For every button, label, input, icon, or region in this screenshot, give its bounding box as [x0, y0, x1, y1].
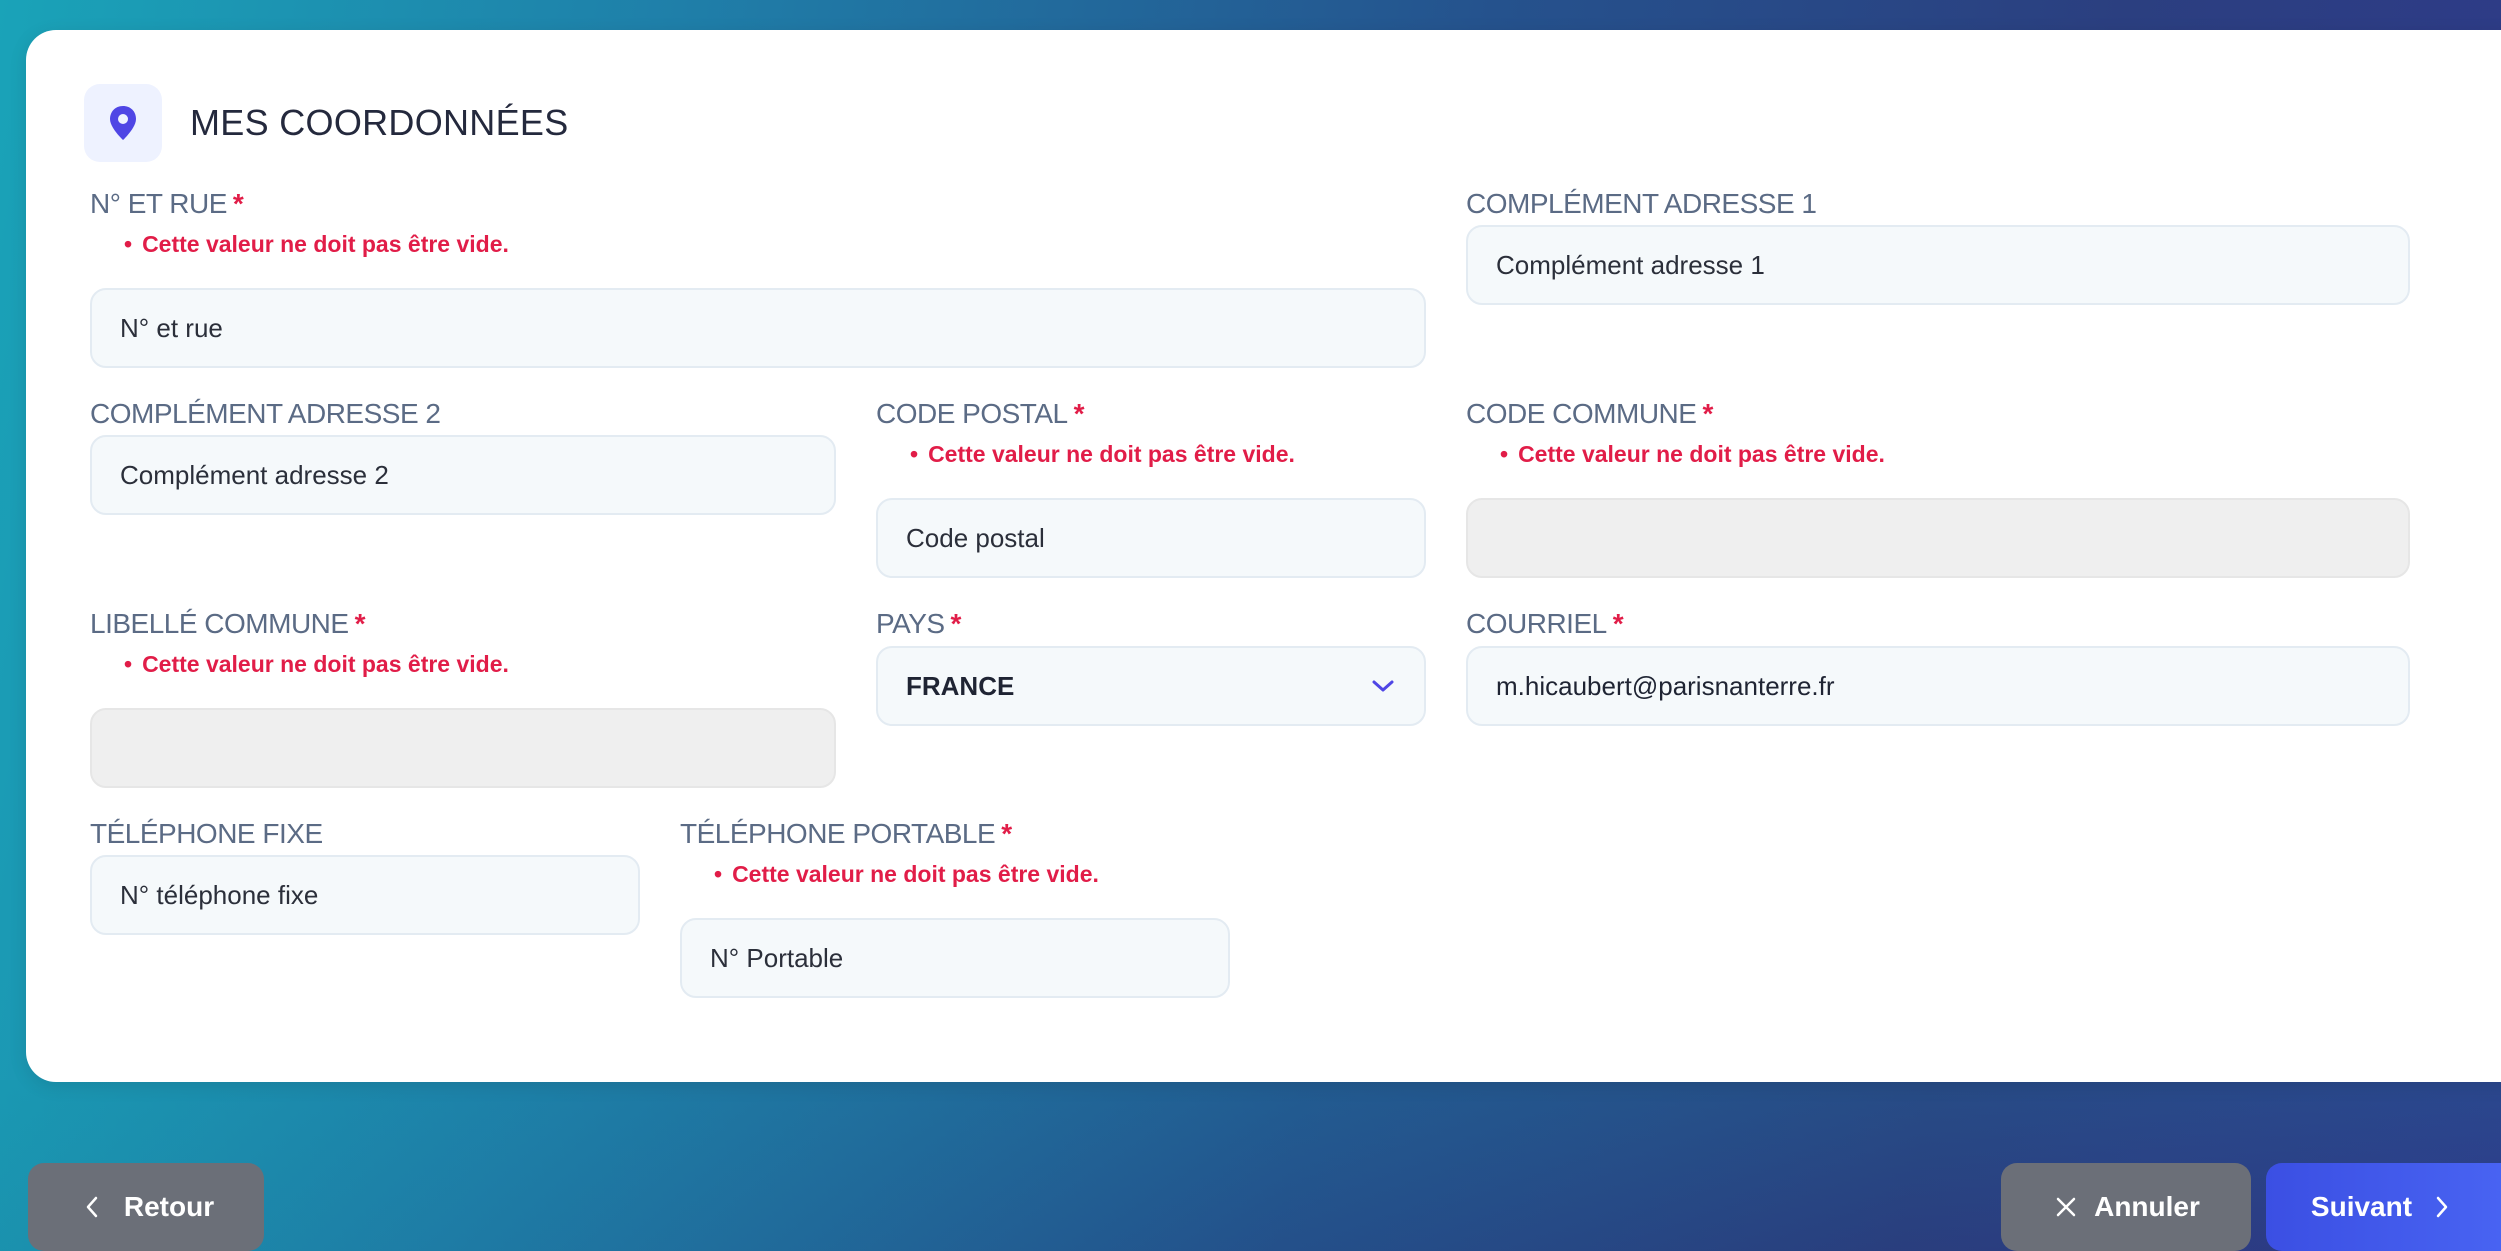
- required-marker: *: [950, 608, 962, 639]
- close-icon: [2052, 1193, 2080, 1221]
- required-marker: *: [1612, 608, 1624, 639]
- email-input[interactable]: m.hicaubert@parisnanterre.fr: [1466, 646, 2410, 726]
- required-marker: *: [354, 608, 366, 639]
- required-marker: *: [1702, 398, 1713, 429]
- commune-code-input[interactable]: [1466, 498, 2410, 578]
- email-label: COURRIEL *: [1466, 608, 1624, 640]
- street-label-text: N° ET RUE: [90, 188, 227, 219]
- address-complement-1-input[interactable]: Complément adresse 1: [1466, 225, 2410, 305]
- postal-code-label: CODE POSTAL *: [876, 398, 1085, 430]
- chevron-down-icon: [1370, 673, 1396, 699]
- section-header: MES COORDONNÉES: [84, 84, 569, 162]
- next-button-label: Suivant: [2310, 1191, 2413, 1222]
- country-label-text: PAYS: [876, 608, 945, 639]
- address-complement-2-input[interactable]: Complément adresse 2: [90, 435, 836, 515]
- street-input[interactable]: N° et rue: [90, 288, 1426, 368]
- country-label: PAYS *: [876, 608, 961, 640]
- page-title: MES COORDONNÉES: [190, 102, 569, 143]
- back-button[interactable]: Retour: [28, 1163, 264, 1251]
- address-complement-2-label: COMPLÉMENT ADRESSE 2: [90, 398, 441, 429]
- country-select[interactable]: FRANCE: [876, 646, 1426, 726]
- required-marker: *: [1001, 818, 1012, 849]
- required-marker: *: [1073, 398, 1085, 429]
- country-select-value: FRANCE: [906, 670, 1015, 701]
- cancel-button[interactable]: Annuler: [2001, 1163, 2251, 1251]
- mobile-input[interactable]: N° Portable: [680, 918, 1230, 998]
- postal-code-input[interactable]: Code postal: [876, 498, 1426, 578]
- commune-code-label: CODE COMMUNE *: [1466, 398, 1713, 430]
- address-complement-1-label: COMPLÉMENT ADRESSE 1: [1466, 188, 1817, 219]
- chevron-right-icon: [2428, 1193, 2456, 1221]
- page-root: MES COORDONNÉES N° ET RUE* Cette valeur …: [0, 0, 2501, 1251]
- map-pin-icon: [84, 84, 162, 162]
- commune-label-label: LIBELLÉ COMMUNE *: [90, 608, 366, 640]
- postal-code-label-text: CODE POSTAL: [876, 398, 1068, 429]
- mobile-error: Cette valeur ne doit pas être vide.: [714, 861, 1099, 888]
- cancel-button-label: Annuler: [2094, 1191, 2200, 1222]
- email-label-text: COURRIEL: [1466, 608, 1607, 639]
- next-button[interactable]: Suivant: [2266, 1163, 2501, 1251]
- chevron-left-icon: [78, 1193, 106, 1221]
- commune-label-input[interactable]: [90, 708, 836, 788]
- mobile-label-text: TÉLÉPHONE PORTABLE: [680, 818, 996, 849]
- back-button-label: Retour: [123, 1191, 215, 1222]
- landline-label: TÉLÉPHONE FIXE: [90, 818, 323, 849]
- commune-label-error: Cette valeur ne doit pas être vide.: [124, 651, 509, 678]
- commune-code-label-text: CODE COMMUNE: [1466, 398, 1697, 429]
- commune-code-error: Cette valeur ne doit pas être vide.: [1500, 441, 1885, 468]
- street-label: N° ET RUE *: [90, 188, 244, 220]
- mobile-label: TÉLÉPHONE PORTABLE *: [680, 818, 1012, 850]
- landline-input[interactable]: N° téléphone fixe: [90, 855, 640, 935]
- street-error: Cette valeur ne doit pas être vide.: [124, 231, 509, 258]
- postal-code-error: Cette valeur ne doit pas être vide.: [910, 441, 1295, 468]
- commune-label-label-text: LIBELLÉ COMMUNE: [90, 608, 349, 639]
- required-marker: *: [232, 188, 244, 219]
